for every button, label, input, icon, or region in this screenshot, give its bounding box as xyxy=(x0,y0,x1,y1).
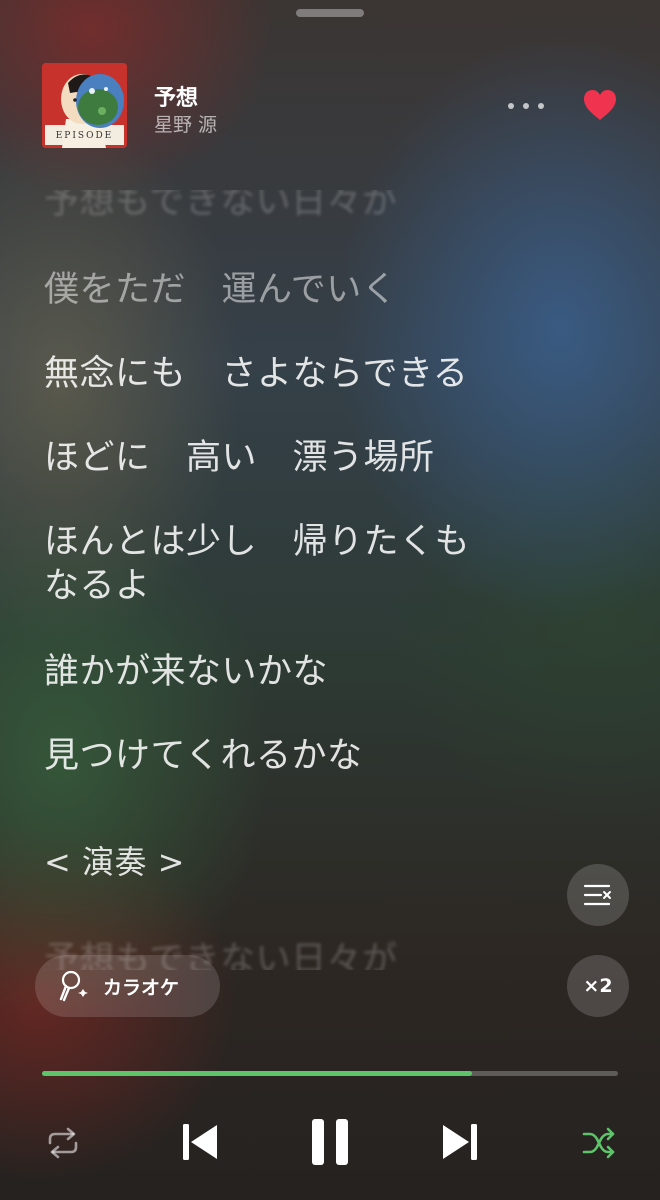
heart-icon xyxy=(584,90,616,120)
sheet-grabber[interactable] xyxy=(296,9,364,17)
lyric-line[interactable]: 僕をただ 運んでいく xyxy=(44,268,544,312)
album-art-text: EPISODE xyxy=(55,131,114,141)
shuffle-icon xyxy=(582,1127,615,1159)
karaoke-button[interactable]: カラオケ xyxy=(35,955,220,1017)
next-button[interactable] xyxy=(440,1120,480,1164)
lyric-line[interactable]: 誰かが来ないかな xyxy=(44,650,544,694)
pause-button[interactable] xyxy=(307,1116,353,1168)
playback-speed-button[interactable]: ×2 xyxy=(567,955,629,1017)
lyric-line[interactable]: ほどに 高い 漂う場所 xyxy=(44,436,544,480)
lyric-line[interactable]: < 演奏 > xyxy=(44,840,544,884)
progress-bar[interactable] xyxy=(42,1071,618,1076)
lyric-line[interactable]: 予想もできない日々が xyxy=(44,190,544,224)
lyrics-settings-button[interactable] xyxy=(567,864,629,926)
speed-label: ×2 xyxy=(583,975,613,997)
previous-icon xyxy=(183,1124,217,1160)
lyrics-panel[interactable]: 予想もできない日々が 僕をただ 運んでいく 無念にも さよならできる ほどに 高… xyxy=(44,190,544,970)
microphone-icon xyxy=(59,970,88,1002)
track-title[interactable]: 予想 xyxy=(154,80,198,112)
album-art[interactable]: EPISODE xyxy=(42,63,127,148)
repeat-button[interactable] xyxy=(44,1124,82,1162)
previous-button[interactable] xyxy=(180,1120,220,1164)
karaoke-label: カラオケ xyxy=(103,976,180,999)
lyrics-menu-icon xyxy=(583,884,611,906)
track-artist[interactable]: 星野 源 xyxy=(154,110,217,137)
progress-fill xyxy=(42,1071,472,1076)
more-options-button[interactable] xyxy=(506,92,546,120)
next-icon xyxy=(443,1124,477,1160)
pause-icon xyxy=(312,1119,348,1165)
more-icon xyxy=(508,103,514,109)
lyric-line[interactable]: ほんとは少し 帰りたくも なるよ xyxy=(44,520,544,608)
like-button[interactable] xyxy=(582,88,618,122)
shuffle-button[interactable] xyxy=(580,1124,618,1162)
lyric-line[interactable]: 見つけてくれるかな xyxy=(44,734,544,778)
repeat-icon xyxy=(48,1127,78,1159)
lyric-line[interactable]: 無念にも さよならできる xyxy=(44,352,544,396)
